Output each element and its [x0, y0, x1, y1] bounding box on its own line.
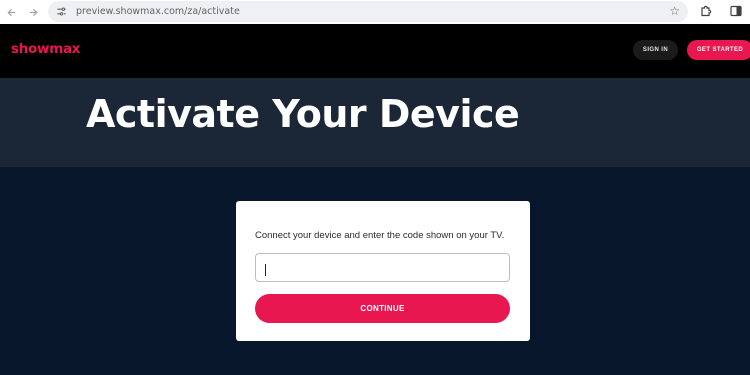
url-text[interactable]: preview.showmax.com/za/activate [76, 6, 240, 17]
browser-toolbar: preview.showmax.com/za/activate ☆ [0, 0, 750, 24]
showmax-logo[interactable]: showmax [11, 41, 80, 57]
text-cursor [265, 264, 266, 276]
extensions-puzzle-icon[interactable] [699, 4, 713, 18]
back-arrow-icon[interactable] [3, 4, 19, 20]
device-code-input[interactable] [255, 253, 510, 282]
hero-banner: Activate Your Device [0, 78, 750, 167]
bookmark-star-icon[interactable]: ☆ [669, 4, 680, 18]
page-title: Activate Your Device [86, 92, 520, 136]
activation-card: Connect your device and enter the code s… [236, 201, 530, 341]
get-started-button[interactable]: GET STARTED [687, 40, 750, 60]
instruction-text: Connect your device and enter the code s… [255, 230, 505, 241]
site-info-icon[interactable] [54, 5, 68, 19]
continue-button[interactable]: CONTINUE [255, 294, 510, 323]
address-bar[interactable]: preview.showmax.com/za/activate ☆ [48, 1, 688, 22]
side-panel-icon[interactable] [729, 4, 743, 18]
sign-in-button[interactable]: SIGN IN [633, 40, 678, 60]
forward-arrow-icon[interactable] [25, 4, 41, 20]
